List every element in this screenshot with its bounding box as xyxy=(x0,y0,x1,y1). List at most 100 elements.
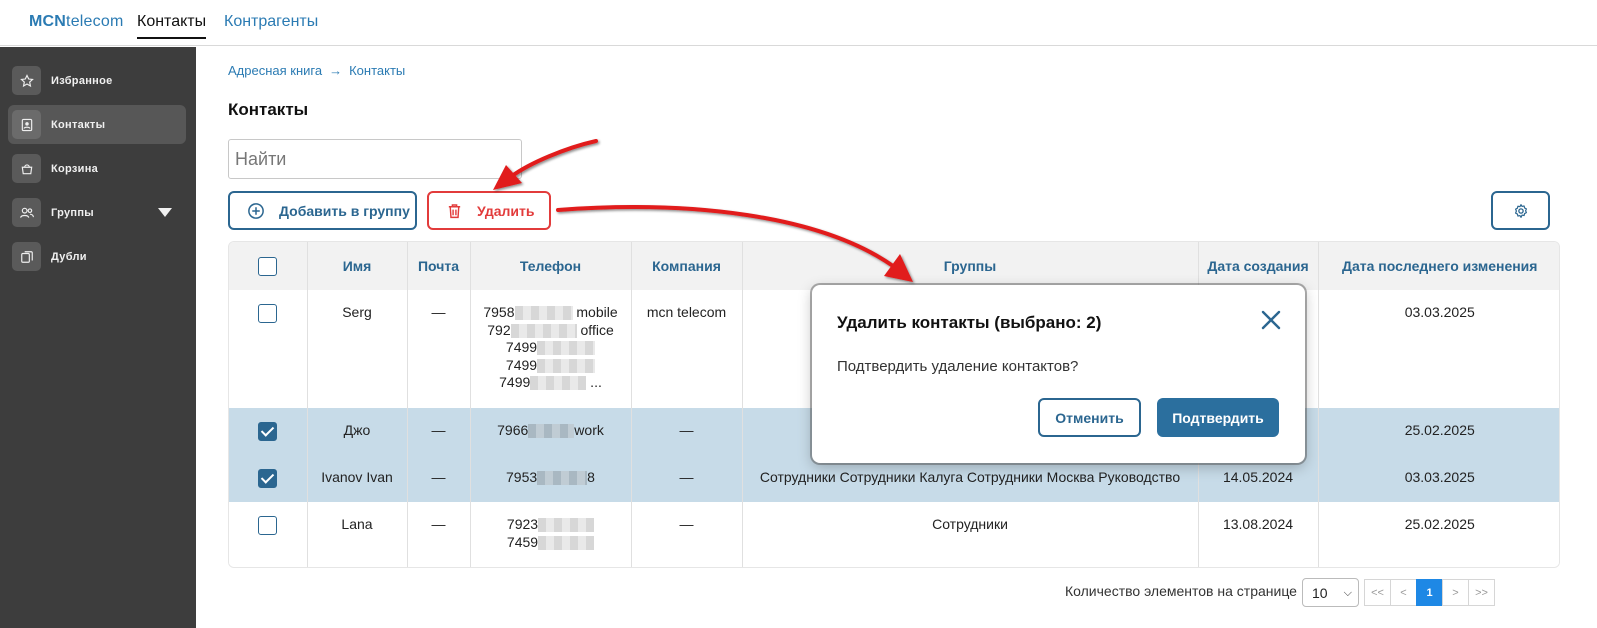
sidebar-item-label: Избранное xyxy=(51,74,113,87)
basket-icon xyxy=(12,154,41,183)
row-checkbox[interactable] xyxy=(258,516,278,535)
column-header-name[interactable]: Имя xyxy=(307,242,408,290)
column-header-modified[interactable]: Дата последнего изменения xyxy=(1318,242,1559,290)
sidebar-item-basket[interactable]: Корзина xyxy=(8,149,186,188)
cell-modified: 25.02.2025 xyxy=(1318,502,1559,567)
phone-suffix: office xyxy=(576,321,614,338)
phone-prefix: 792 xyxy=(487,321,511,338)
phone-suffix: work xyxy=(574,422,604,438)
gear-icon xyxy=(1513,203,1529,219)
cell-company: — xyxy=(631,408,743,455)
search-input[interactable] xyxy=(228,139,522,179)
select-all-checkbox[interactable] xyxy=(258,256,278,276)
phone-prefix: 7499 xyxy=(505,356,538,373)
cell-name: Ivanov Ivan xyxy=(307,455,408,502)
redacted-digits xyxy=(514,306,573,321)
sidebar-item-favorites[interactable]: Избранное xyxy=(8,61,186,100)
cell-email: — xyxy=(407,502,471,567)
add-to-group-button[interactable]: Добавить в группу xyxy=(228,191,417,230)
phone-prefix: 7459 xyxy=(506,533,539,550)
page-button-current[interactable]: 1 xyxy=(1416,579,1443,606)
cell-email: — xyxy=(407,455,471,502)
first-page-button[interactable]: << xyxy=(1364,579,1391,606)
star-icon xyxy=(12,66,41,95)
phone-prefix: 7966 xyxy=(497,422,529,438)
contact-card-icon xyxy=(12,110,41,139)
phone-prefix: 7953 xyxy=(506,469,538,485)
sidebar-item-label: Дубли xyxy=(51,250,87,263)
cell-name: Lana xyxy=(307,502,408,567)
pagination: << < 1 > >> xyxy=(1364,579,1495,606)
redacted-digits xyxy=(538,518,595,533)
chevron-down-icon[interactable] xyxy=(158,208,172,217)
duplicate-icon xyxy=(12,242,41,271)
cell-company: — xyxy=(631,502,743,567)
cell-modified: 03.03.2025 xyxy=(1318,290,1559,408)
trash-icon xyxy=(446,202,463,220)
redacted-digits xyxy=(538,535,595,550)
sidebar-item-groups[interactable]: Группы xyxy=(8,193,186,232)
phone-prefix: 7499 xyxy=(499,374,531,390)
column-header-email[interactable]: Почта xyxy=(407,242,471,290)
breadcrumb-separator-icon: → xyxy=(329,63,343,78)
nav-tab-contacts[interactable]: Контакты xyxy=(137,13,207,39)
phone-suffix: ... xyxy=(586,374,602,390)
cell-modified: 03.03.2025 xyxy=(1318,455,1559,502)
plus-circle-icon xyxy=(247,202,265,220)
cancel-button[interactable]: Отменить xyxy=(1038,398,1141,437)
row-checkbox[interactable] xyxy=(258,469,278,488)
column-header-created[interactable]: Дата создания xyxy=(1198,242,1319,290)
cell-phone: 7966 work xyxy=(470,408,632,455)
redacted-digits xyxy=(530,376,587,391)
close-icon[interactable] xyxy=(1260,309,1282,331)
breadcrumb-current[interactable]: Контакты xyxy=(349,63,405,78)
dialog-title: Удалить контакты (выбрано: 2) xyxy=(837,313,1102,332)
cell-email: — xyxy=(407,408,471,455)
settings-button[interactable] xyxy=(1491,191,1550,230)
page-title: Контакты xyxy=(228,100,309,119)
breadcrumb: Адресная книга → Контакты xyxy=(228,63,405,78)
nav-tab-counterparties[interactable]: Контрагенты xyxy=(224,13,318,37)
cell-modified: 25.02.2025 xyxy=(1318,408,1559,455)
sidebar-item-contacts[interactable]: Контакты xyxy=(8,105,186,144)
delete-button[interactable]: Удалить xyxy=(427,191,551,230)
last-page-button[interactable]: >> xyxy=(1468,579,1495,606)
page-size-label: Количество элементов на странице xyxy=(1065,583,1297,599)
table-row[interactable]: Lana — 7923 7459 — Сотрудники 13.08.2024… xyxy=(229,502,1559,567)
redacted-digits xyxy=(537,341,596,356)
column-header-groups[interactable]: Группы xyxy=(742,242,1199,290)
delete-confirm-dialog: Удалить контакты (выбрано: 2) Подтвердит… xyxy=(812,285,1305,463)
sidebar-item-label: Группы xyxy=(51,206,94,219)
breadcrumb-link-address-book[interactable]: Адресная книга xyxy=(228,63,322,78)
phone-suffix: 8 xyxy=(587,469,595,485)
sidebar-item-duplicates[interactable]: Дубли xyxy=(8,237,186,276)
cell-phone: 7923 7459 xyxy=(470,502,632,567)
row-checkbox[interactable] xyxy=(258,304,278,323)
prev-page-button[interactable]: < xyxy=(1390,579,1417,606)
cell-email: — xyxy=(407,290,471,408)
cell-company: — xyxy=(631,455,743,502)
page-size-select[interactable]: 10 ⌵ xyxy=(1302,578,1359,607)
phone-prefix: 7958 xyxy=(483,304,515,320)
cell-created: 13.08.2024 xyxy=(1198,502,1319,567)
next-page-button[interactable]: > xyxy=(1442,579,1469,606)
dialog-message: Подтвердить удаление контактов? xyxy=(837,358,1079,375)
brand-logo[interactable]: MCNtelecom xyxy=(29,13,123,31)
column-header-phone[interactable]: Телефон xyxy=(470,242,632,290)
sidebar-item-label: Контакты xyxy=(51,118,106,131)
phone-suffix: mobile xyxy=(572,304,618,320)
phone-prefix: 7923 xyxy=(506,516,539,532)
row-checkbox[interactable] xyxy=(258,422,278,441)
redacted-digits xyxy=(537,471,588,486)
cell-groups: Сотрудники xyxy=(742,502,1199,567)
phone-prefix: 7499 xyxy=(505,339,538,355)
redacted-digits xyxy=(537,358,596,373)
redacted-digits xyxy=(510,323,577,338)
page-size-value: 10 xyxy=(1312,584,1328,601)
column-header-company[interactable]: Компания xyxy=(631,242,743,290)
confirm-button[interactable]: Подтвердить xyxy=(1157,398,1279,437)
chevron-down-icon: ⌵ xyxy=(1343,587,1352,599)
cell-name: Serg xyxy=(307,290,408,408)
table-header-row: Имя Почта Телефон Компания Группы Дата с… xyxy=(229,242,1559,290)
select-all-cell xyxy=(229,242,308,290)
